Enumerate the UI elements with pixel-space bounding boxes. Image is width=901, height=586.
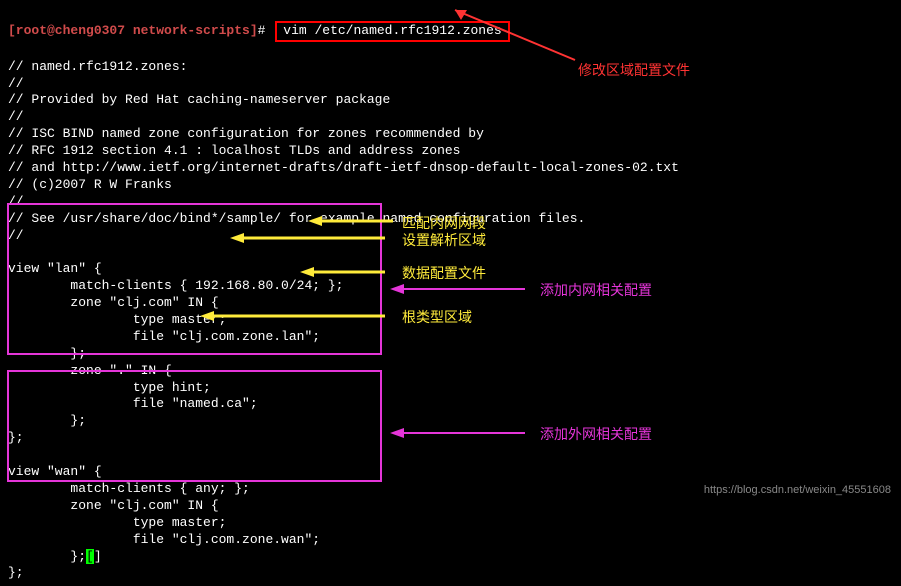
view-wan-zone1-type: type master; (8, 515, 226, 530)
annotation-add-extranet: 添加外网相关配置 (540, 424, 652, 444)
comment-line: // RFC 1912 section 4.1 : localhost TLDs… (8, 143, 460, 158)
view-lan-zone1-file: file "clj.com.zone.lan"; (8, 329, 320, 344)
annotation-modify-zone: 修改区域配置文件 (578, 60, 690, 80)
comment-line: // Provided by Red Hat caching-nameserve… (8, 92, 390, 107)
view-wan-match: match-clients { any; }; (8, 481, 250, 496)
view-lan-zone2-close: }; (8, 413, 86, 428)
annotation-add-intranet: 添加内网相关配置 (540, 280, 652, 300)
annotation-set-resolve: 设置解析区域 (402, 230, 486, 250)
view-lan-zone2-file: file "named.ca"; (8, 396, 258, 411)
annotation-root-zone: 根类型区域 (402, 307, 472, 327)
comment-line: // named.rfc1912.zones: (8, 59, 187, 74)
prompt-user: [root@cheng0307 network-scripts] (8, 23, 258, 38)
view-lan-zone1-close: }; (8, 346, 86, 361)
view-lan-zone1-open: zone "clj.com" IN { (8, 295, 219, 310)
view-lan-open: view "lan" { (8, 261, 102, 276)
comment-line: // (c)2007 R W Franks (8, 177, 172, 192)
watermark: https://blog.csdn.net/weixin_45551608 (704, 484, 891, 496)
terminal-output: [root@cheng0307 network-scripts]# vim /e… (0, 0, 901, 586)
comment-line: // (8, 194, 24, 209)
view-wan-open: view "wan" { (8, 464, 102, 479)
command-box: vim /etc/named.rfc1912.zones (275, 21, 509, 42)
view-lan-zone1-type: type master; (8, 312, 226, 327)
comment-line: // (8, 76, 24, 91)
comment-line: // (8, 109, 24, 124)
view-lan-zone2-type: type hint; (8, 380, 211, 395)
comment-line: // ISC BIND named zone configuration for… (8, 126, 484, 141)
annotation-data-config: 数据配置文件 (402, 263, 486, 283)
view-lan-close: }; (8, 430, 24, 445)
command-text: vim /etc/named.rfc1912.zones (283, 23, 501, 38)
comment-line: // (8, 228, 24, 243)
view-wan-zone1-file: file "clj.com.zone.wan"; (8, 532, 320, 547)
view-wan-zone1-close: };[] (8, 549, 102, 564)
view-wan-close: }; (8, 565, 24, 580)
view-lan-zone2-open: zone "." IN { (8, 363, 172, 378)
comment-line: // See /usr/share/doc/bind*/sample/ for … (8, 211, 585, 226)
prompt-hash: # (258, 23, 266, 38)
view-wan-zone1-open: zone "clj.com" IN { (8, 498, 219, 513)
comment-line: // and http://www.ietf.org/internet-draf… (8, 160, 679, 175)
view-lan-match: match-clients { 192.168.80.0/24; }; (8, 278, 343, 293)
